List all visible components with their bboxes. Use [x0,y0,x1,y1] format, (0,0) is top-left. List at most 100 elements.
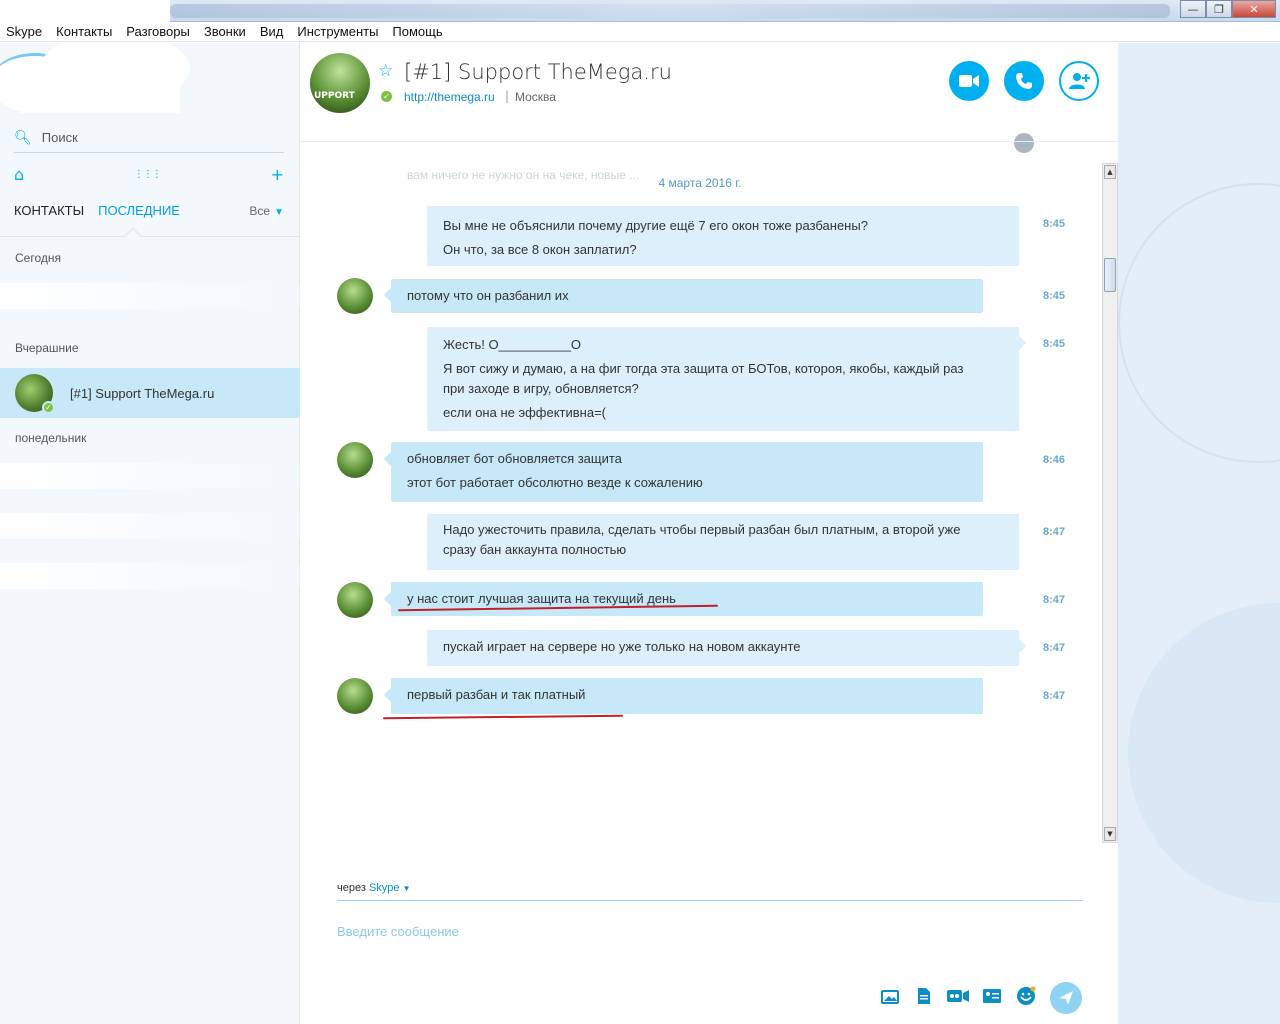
chevron-down-icon: ▼ [274,206,284,218]
message-time: 8:47 [1043,690,1066,702]
contact-location: Москва [515,90,556,104]
minimize-button[interactable]: — [1180,0,1206,18]
search-icon: 🔍︎ [14,129,32,146]
scroll-up-icon[interactable]: ▲ [1104,165,1116,179]
star-icon[interactable]: ☆ [378,61,393,81]
menu-tools[interactable]: Инструменты [297,24,378,39]
menu-contacts[interactable]: Контакты [56,24,112,39]
search-box[interactable]: 🔍︎ Поиск [14,123,284,153]
message-input[interactable] [337,920,1077,942]
background-decoration [1118,43,1280,1024]
send-button[interactable] [1050,982,1082,1014]
add-user-icon [1069,73,1090,89]
avatar[interactable] [337,582,373,618]
message-time: 8:47 [1043,642,1066,654]
contact-card-icon[interactable] [980,984,1004,1008]
menu-calls[interactable]: Звонки [204,24,246,39]
online-status-icon: ✓ [42,401,55,414]
message-incoming[interactable]: потому что он разбанил их [391,279,983,313]
conversation-header: UPPORT ☆ [#1] Support TheMega.ru ✓ http:… [300,43,1118,153]
home-icon[interactable]: ⌂ [14,165,24,184]
message-text: потому что он разбанил их [407,288,569,303]
title-blank [0,0,170,22]
chevron-down-icon: ▼ [402,884,411,893]
search-label: Поиск [41,130,78,145]
contact-website-link[interactable]: http://themega.ru [404,90,495,104]
send-icon [1059,991,1073,1005]
message-time: 8:45 [1043,290,1066,302]
add-participant-button[interactable] [1059,61,1099,101]
profile-cloud [0,43,300,113]
menu-skype[interactable]: Skype [6,24,42,39]
message-incoming[interactable]: у нас стоит лучшая защита на текущий ден… [391,582,983,616]
message-list[interactable]: вам ничего не нужно он на чеке, новые ..… [300,160,1100,850]
audio-call-button[interactable] [1004,61,1044,101]
message-outgoing[interactable]: Надо ужесточить правила, сделать чтобы п… [427,514,1019,570]
via-label: через [337,882,366,894]
emoticon-icon[interactable] [1014,984,1038,1008]
message-outgoing[interactable]: Вы мне не объяснили почему другие ещё 7 … [427,206,1019,266]
message-text: обновляет бот обновляется защита [407,451,622,466]
message-text: первый разбан и так платный [407,687,586,702]
scroll-thumb[interactable] [1104,258,1116,292]
message-time: 8:45 [1043,338,1066,350]
sidebar-toolbar: ⌂ ⋮⋮⋮ + [14,163,284,185]
dialpad-icon[interactable]: ⋮⋮⋮ [134,169,162,180]
phone-icon [1016,73,1032,89]
blurred-contact [0,513,300,539]
contact-tabs: КОНТАКТЫ ПОСЛЕДНИЕ Все ▼ [14,203,284,218]
title-blurred [170,4,1170,18]
message-incoming[interactable]: обновляет бот обновляется защита этот бо… [391,442,983,502]
chat-scrollbar[interactable]: ▲ ▼ [1102,163,1118,843]
tab-recent[interactable]: ПОСЛЕДНИЕ [98,203,180,218]
message-time: 8:47 [1043,594,1066,606]
restore-button[interactable]: ❐ [1206,0,1232,18]
send-via-selector[interactable]: через Skype ▼ [337,882,411,894]
sidebar: 🔍︎ Поиск ⌂ ⋮⋮⋮ + КОНТАКТЫ ПОСЛЕДНИЕ Все ▼… [0,43,300,1024]
online-status-icon: ✓ [381,91,392,102]
message-text: пускай играет на сервере но уже только н… [443,639,801,654]
message-outgoing[interactable]: Жесть! О__________О Я вот сижу и думаю, … [427,327,1019,431]
menu-conversations[interactable]: Разговоры [126,24,190,39]
close-button[interactable]: ✕ [1232,0,1276,18]
add-icon[interactable]: + [271,165,284,184]
menu-help[interactable]: Помощь [392,24,442,39]
avatar[interactable] [337,442,373,478]
filter-label: Все [249,203,271,218]
conversation-title: [#1] Support TheMega.ru [404,60,672,84]
video-call-button[interactable] [949,61,989,101]
message-incoming[interactable]: первый разбан и так платный [391,678,983,714]
window-controls: — ❐ ✕ [1180,0,1276,18]
group-today: Сегодня [15,251,61,265]
group-yesterday: Вчерашние [15,341,79,355]
title-bar: — ❐ ✕ [0,0,1280,22]
tab-contacts[interactable]: КОНТАКТЫ [14,203,84,218]
tab-indicator [124,227,142,245]
avatar[interactable] [337,678,373,714]
composer-divider [337,900,1083,901]
menu-view[interactable]: Вид [260,24,284,39]
date-separator: 4 марта 2016 г. [658,176,742,190]
video-camera-icon [959,75,979,87]
via-service: Skype [368,882,400,894]
blurred-contact [0,563,300,589]
media-icon[interactable] [878,984,902,1008]
composer-toolbar [878,984,1048,1008]
header-separator: | [505,89,510,103]
message-outgoing[interactable]: пускай играет на сервере но уже только н… [427,630,1019,666]
blurred-contact [0,283,300,309]
filter-dropdown[interactable]: Все ▼ [249,204,284,218]
globe-icon[interactable] [1014,133,1034,153]
scroll-down-icon[interactable]: ▼ [1104,827,1116,841]
video-message-icon[interactable] [946,984,970,1008]
recent-chat-name: [#1] Support TheMega.ru [70,385,215,401]
message-text: Он что, за все 8 окон заплатил? [443,242,637,257]
contact-avatar[interactable]: UPPORT [310,53,370,113]
group-monday: понедельник [15,431,87,445]
message-time: 8:47 [1043,526,1066,538]
message-text: сразу бан аккаунта полностью [443,542,627,557]
recent-chat-item[interactable]: ✓ [#1] Support TheMega.ru [0,368,300,418]
avatar[interactable] [337,278,373,314]
file-icon[interactable] [912,984,936,1008]
header-divider [300,141,1118,142]
